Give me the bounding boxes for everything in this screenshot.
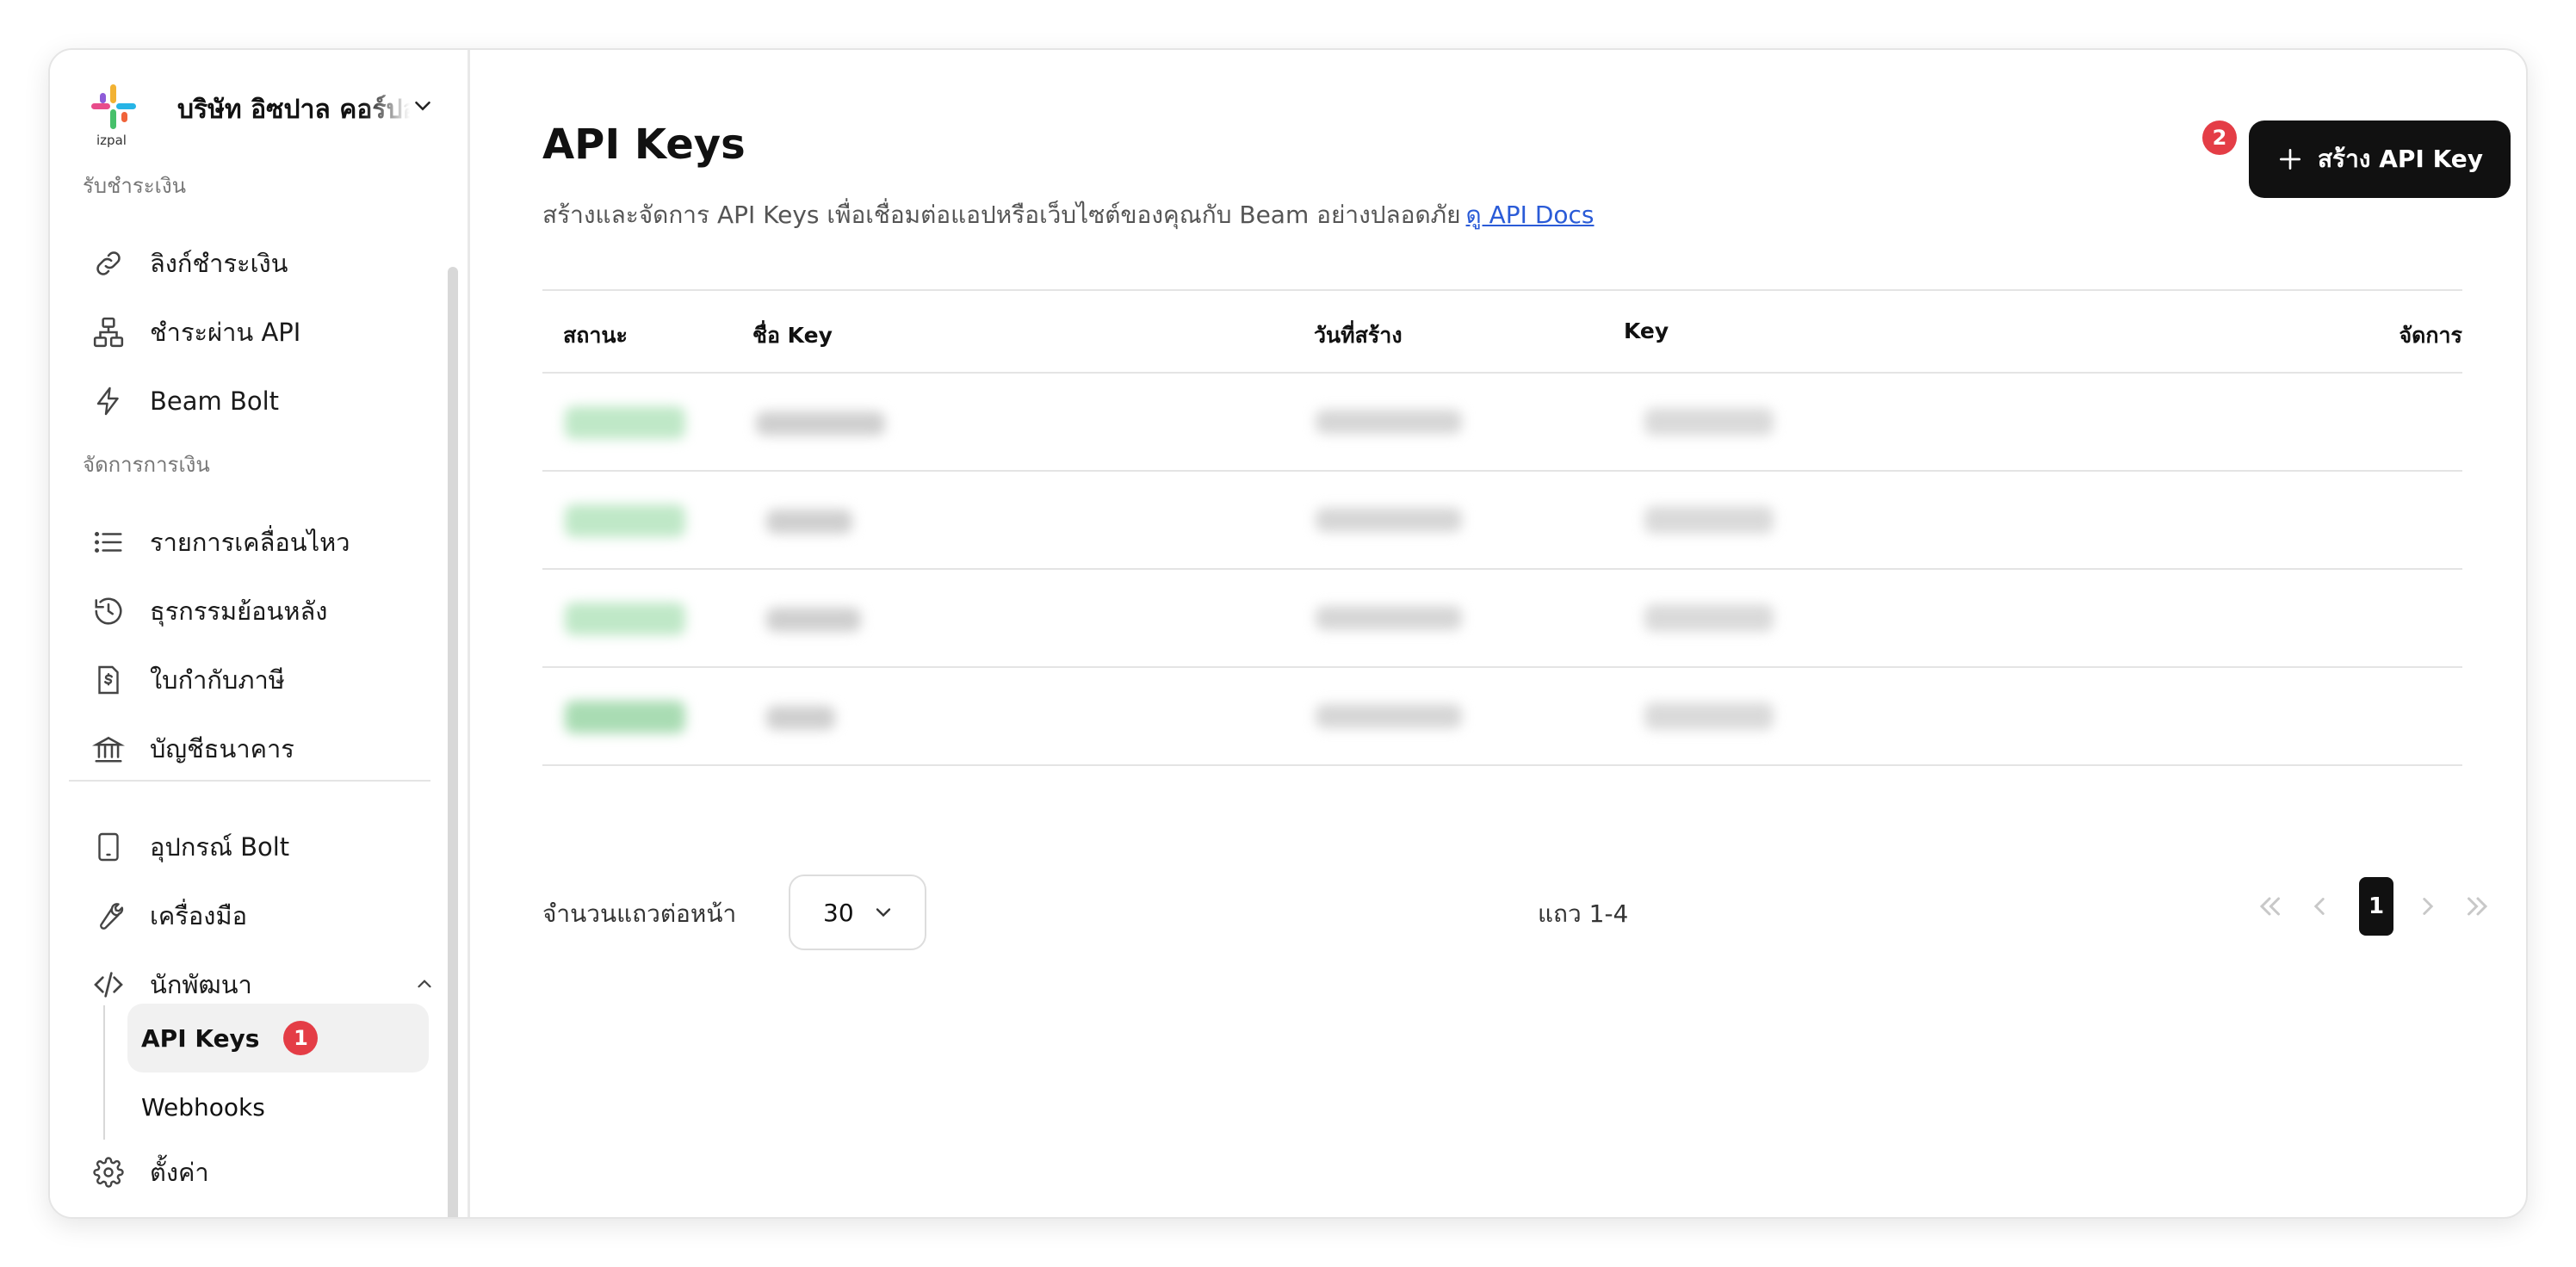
column-header-created-date: วันที่สร้าง: [1314, 323, 1403, 348]
sidebar-item-label: ใบกำกับภาษี: [150, 665, 285, 695]
submenu-guide-line: [103, 1005, 105, 1140]
list-icon: [90, 523, 127, 561]
next-page-icon[interactable]: [2406, 876, 2450, 936]
sidebar-subitem-webhooks[interactable]: Webhooks: [127, 1072, 429, 1141]
network-icon: [90, 313, 127, 351]
create-api-key-label: สร้าง API Key: [2317, 145, 2484, 173]
bolt-icon: [90, 382, 127, 420]
sidebar-item-label: บัญชีธนาคาร: [150, 734, 294, 763]
column-header-key: Key: [1624, 318, 1669, 343]
sidebar-item-beam-bolt[interactable]: Beam Bolt: [83, 370, 444, 432]
page-description: สร้างและจัดการ API Keys เพื่อเชื่อมต่อแอ…: [542, 196, 1595, 234]
sidebar-item-label: ตั้งค่า: [150, 1158, 209, 1187]
redacted-key-value: [1644, 604, 1774, 632]
current-page-button[interactable]: 1: [2359, 877, 2393, 936]
redacted-key-value: [1644, 408, 1774, 436]
sidebar-item-api-payments[interactable]: ชำระผ่าน API: [83, 301, 444, 363]
redacted-created-date: [1316, 508, 1462, 532]
sidebar-subitem-api-keys[interactable]: API Keys 1: [127, 1004, 429, 1072]
column-header-key-name: ชื่อ Key: [752, 323, 833, 348]
redacted-key-value: [1644, 506, 1774, 534]
api-keys-table: สถานะ ชื่อ Key วันที่สร้าง Key จัดการ: [542, 289, 2462, 766]
redacted-key-name: [766, 706, 835, 730]
sidebar-item-label: Beam Bolt: [150, 386, 280, 416]
redacted-created-date: [1316, 606, 1462, 630]
section-label-finance: จัดการการเงิน: [83, 453, 210, 477]
table-row[interactable]: [542, 472, 2462, 570]
sidebar-divider: [69, 780, 430, 782]
main-content: API Keys สร้างและจัดการ API Keys เพื่อเช…: [470, 50, 2526, 1217]
receipt-icon: [90, 661, 127, 699]
redacted-key-name: [756, 411, 885, 436]
sidebar-item-label: เครื่องมือ: [150, 901, 247, 930]
table-row[interactable]: [542, 668, 2462, 766]
section-label-payments: รับชำระเงิน: [83, 174, 186, 198]
chevron-down-icon[interactable]: [410, 93, 436, 122]
company-name: บริษัท อิซปาล คอร์ปอเรชั่น: [177, 95, 410, 125]
sidebar-item-bank-account[interactable]: บัญชีธนาคาร: [83, 718, 444, 780]
company-logo: izpal: [88, 84, 139, 148]
plus-icon: [2276, 145, 2304, 173]
redacted-created-date: [1316, 410, 1462, 434]
sidebar-subitem-label: Webhooks: [141, 1092, 265, 1122]
create-api-key-button[interactable]: สร้าง API Key: [2249, 121, 2511, 198]
sidebar-item-label: ชำระผ่าน API: [150, 318, 301, 347]
rows-per-page-select[interactable]: 30: [789, 875, 926, 950]
redacted-created-date: [1316, 704, 1462, 728]
gear-icon: [90, 1153, 127, 1191]
column-header-status: สถานะ: [563, 323, 628, 348]
redacted-status-badge: [565, 603, 685, 635]
sidebar-scrollbar[interactable]: [448, 267, 458, 1217]
redacted-key-name: [766, 608, 861, 632]
logo-text: izpal: [96, 133, 127, 148]
tablet-icon: [90, 828, 127, 866]
chevron-down-icon: [871, 900, 895, 924]
redacted-status-badge: [565, 504, 685, 537]
sidebar-item-label: ธุรกรรมย้อนหลัง: [150, 596, 328, 626]
first-page-icon[interactable]: [2247, 876, 2292, 936]
redacted-status-badge: [565, 701, 685, 733]
sidebar-item-tools[interactable]: เครื่องมือ: [83, 885, 444, 947]
rows-per-page-value: 30: [823, 898, 854, 927]
table-row[interactable]: [542, 570, 2462, 668]
sidebar-item-label: รายการเคลื่อนไหว: [150, 528, 350, 557]
chevron-up-icon[interactable]: [413, 973, 436, 998]
description-text: สร้างและจัดการ API Keys เพื่อเชื่อมต่อแอ…: [542, 201, 1461, 229]
redacted-key-name: [766, 510, 852, 534]
rows-range-label: แถว 1-4: [1538, 899, 1629, 928]
sidebar-item-history[interactable]: ธุรกรรมย้อนหลัง: [83, 580, 444, 642]
rows-per-page-label: จำนวนแถวต่อหน้า: [542, 899, 737, 928]
sidebar-item-transactions[interactable]: รายการเคลื่อนไหว: [83, 511, 444, 573]
sidebar-item-tax-invoice[interactable]: ใบกำกับภาษี: [83, 649, 444, 711]
sidebar-subitem-label: API Keys: [141, 1023, 260, 1053]
table-header: สถานะ ชื่อ Key วันที่สร้าง Key จัดการ: [542, 289, 2462, 374]
izpal-logo-icon: [91, 84, 136, 129]
bank-icon: [90, 730, 127, 768]
pagination: 1: [2247, 876, 2505, 936]
sidebar-item-label: นักพัฒนา: [150, 970, 252, 999]
sidebar-item-label: ลิงก์ชำระเงิน: [150, 249, 288, 278]
sidebar-item-label: อุปกรณ์ Bolt: [150, 832, 290, 862]
redacted-key-value: [1644, 702, 1774, 730]
sidebar-item-payment-links[interactable]: ลิงก์ชำระเงิน: [83, 232, 444, 294]
step-badge: 2: [2202, 121, 2237, 155]
sidebar-item-settings[interactable]: ตั้งค่า: [83, 1141, 444, 1203]
app-window: izpal บริษัท อิซปาล คอร์ปอเรชั่น รับชำระ…: [48, 48, 2528, 1219]
redacted-status-badge: [565, 406, 685, 439]
sidebar-item-bolt-device[interactable]: อุปกรณ์ Bolt: [83, 816, 444, 878]
sidebar: izpal บริษัท อิซปาล คอร์ปอเรชั่น รับชำระ…: [50, 50, 470, 1217]
code-icon: [90, 966, 127, 1004]
link-icon: [90, 244, 127, 282]
table-row[interactable]: [542, 374, 2462, 472]
wrench-icon: [90, 897, 127, 935]
last-page-icon[interactable]: [2455, 876, 2500, 936]
previous-page-icon[interactable]: [2297, 876, 2342, 936]
history-icon: [90, 592, 127, 630]
api-docs-link[interactable]: ดู API Docs: [1466, 201, 1595, 229]
column-header-actions: จัดการ: [2399, 323, 2463, 348]
page-title: API Keys: [542, 121, 746, 169]
step-badge: 1: [283, 1021, 319, 1055]
